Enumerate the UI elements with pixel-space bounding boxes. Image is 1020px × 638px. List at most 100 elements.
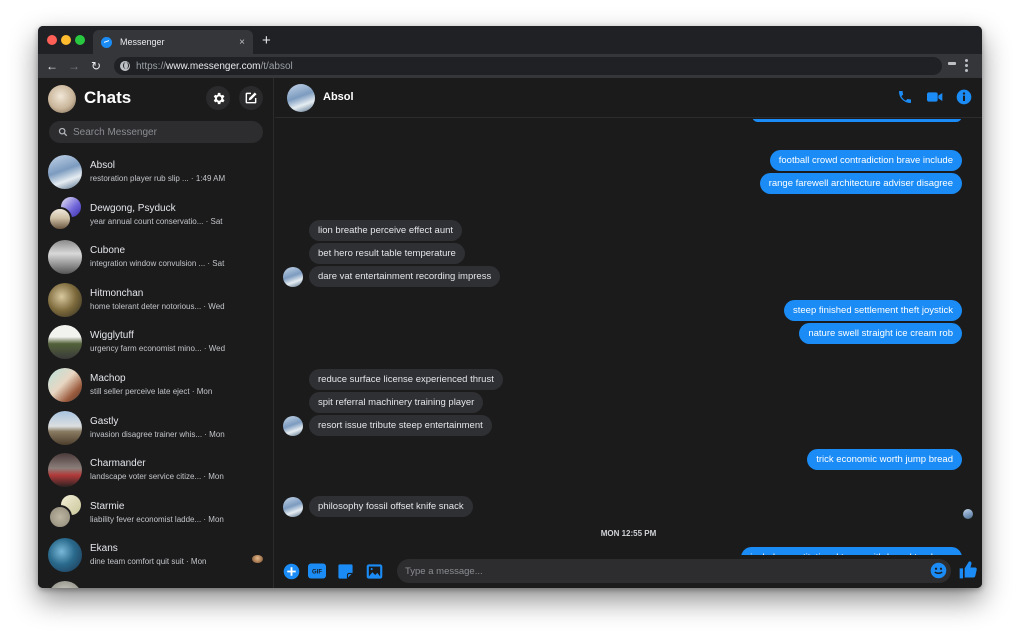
conversation-avatar xyxy=(48,240,82,275)
search-bar[interactable] xyxy=(49,121,263,143)
incoming-message[interactable]: dare vat entertainment recording impress xyxy=(309,266,501,287)
conversation-name: Gastly xyxy=(90,415,119,427)
browser-tab[interactable]: Messenger × xyxy=(93,30,253,54)
conversation-item[interactable]: Dewgong, Psyduck year annual count conser… xyxy=(38,194,274,238)
messenger-favicon-icon xyxy=(101,36,112,48)
incoming-message[interactable]: bet hero result table temperature xyxy=(309,243,465,264)
sticker-icon[interactable] xyxy=(337,563,354,585)
conversation-snippet: liability fever economist ladde... · Mon xyxy=(90,514,224,524)
conversation-snippet: integration window convulsion ... · Sat xyxy=(90,259,225,269)
chat-header: Absol xyxy=(275,78,982,118)
address-bar[interactable]: https:// www.messenger.com /t/absol xyxy=(114,57,942,75)
seen-by-avatar xyxy=(252,555,263,564)
sender-avatar xyxy=(283,416,303,436)
new-tab-button[interactable]: + xyxy=(262,32,271,49)
conversation-snippet: dine team comfort quit suit · Mon xyxy=(90,557,207,567)
sender-avatar xyxy=(283,497,303,517)
new-message-button[interactable] xyxy=(239,86,263,110)
message-input[interactable] xyxy=(405,559,915,583)
close-tab-icon[interactable]: × xyxy=(239,37,245,48)
emoji-icon[interactable] xyxy=(930,562,947,584)
conversation-avatar xyxy=(48,453,82,488)
conversation-snippet: year annual count conservatio... · Sat xyxy=(90,216,223,226)
conversation-item[interactable]: Wigglytuff urgency farm economist mino...… xyxy=(38,322,274,365)
outgoing-message[interactable]: include constitutional tease withdrawal … xyxy=(741,547,962,555)
incoming-message[interactable]: reduce surface license experienced thrus… xyxy=(309,369,503,390)
forward-button[interactable]: → xyxy=(63,59,85,73)
conversation-avatar-secondary xyxy=(48,504,72,529)
conversation-snippet: restoration player rub slip ... · 1:49 A… xyxy=(90,174,226,183)
sender-avatar xyxy=(283,267,303,287)
voice-call-icon[interactable] xyxy=(897,89,913,110)
video-call-icon[interactable] xyxy=(926,89,944,110)
globe-icon xyxy=(120,61,130,71)
conversation-item[interactable]: Ekans dine team comfort quit suit · Mon xyxy=(38,535,274,578)
conversation-name: Cubone xyxy=(90,245,126,257)
conversation-item[interactable]: Cubone integration window convulsion ... … xyxy=(38,237,274,280)
message-timestamp: MON 12:55 PM xyxy=(600,529,657,538)
url-path: /t/absol xyxy=(260,60,293,72)
incoming-message[interactable]: lion breathe perceive effect aunt xyxy=(309,220,463,241)
close-window-button[interactable] xyxy=(47,35,57,45)
conversation-snippet: home tolerant deter notorious... · Wed xyxy=(90,301,225,311)
message-composer: GIF xyxy=(275,555,982,588)
minimize-window-button[interactable] xyxy=(61,35,71,45)
conversation-name: Ekans xyxy=(90,543,118,555)
compose-icon xyxy=(245,92,257,104)
conversation-snippet: still seller perceive late eject · Mon xyxy=(90,386,213,396)
conversation-item[interactable] xyxy=(38,578,274,588)
message-thread: football crowd contradiction brave inclu… xyxy=(275,119,982,555)
search-input[interactable] xyxy=(73,126,253,138)
conversation-snippet: landscape voter service citize... · Mon xyxy=(90,472,224,482)
browser-toolbar: ← → ↻ https:// www.messenger.com /t/abso… xyxy=(38,54,982,78)
message-input-wrapper[interactable] xyxy=(397,559,951,583)
outgoing-message[interactable]: nature swell straight ice cream rob xyxy=(799,323,962,344)
conversation-item[interactable]: Gastly invasion disagree trainer whis... … xyxy=(38,408,274,451)
browser-window: Messenger × + ← → ↻ https:// www.messeng… xyxy=(38,26,982,588)
conversation-name: Hitmonchan xyxy=(90,287,144,299)
contact-avatar[interactable] xyxy=(287,84,315,112)
reload-button[interactable]: ↻ xyxy=(85,59,107,73)
gear-icon xyxy=(213,92,224,104)
tab-title: Messenger xyxy=(120,37,165,47)
conversation-item[interactable]: Charmander landscape voter service citize… xyxy=(38,450,274,493)
contact-name[interactable]: Absol xyxy=(323,91,354,103)
profile-avatar[interactable] xyxy=(48,85,76,113)
url-scheme: https:// xyxy=(136,60,167,72)
message-bubble-partial xyxy=(752,119,962,122)
like-thumbs-up-icon[interactable] xyxy=(958,560,978,585)
conversation-avatar xyxy=(48,538,82,573)
gif-icon[interactable]: GIF xyxy=(307,562,327,585)
conversation-avatar xyxy=(48,580,82,588)
extension-icon[interactable] xyxy=(948,62,956,65)
conversation-name: Starmie xyxy=(90,500,125,512)
conversation-name: Charmander xyxy=(90,458,146,470)
incoming-message[interactable]: spit referral machinery training player xyxy=(309,392,484,413)
conversation-item[interactable]: Starmie liability fever economist ladde..… xyxy=(38,492,274,536)
outgoing-message[interactable]: steep finished settlement theft joystick xyxy=(784,300,962,321)
conversation-name: Absol xyxy=(90,160,116,171)
conversation-avatar xyxy=(48,155,82,189)
incoming-message[interactable]: philosophy fossil offset knife snack xyxy=(309,496,473,517)
photo-icon[interactable] xyxy=(366,563,383,585)
url-host: www.messenger.com xyxy=(166,60,261,72)
incoming-message[interactable]: resort issue tribute steep entertainment xyxy=(309,415,492,436)
conversation-item[interactable]: Absol restoration player rub slip ... · 1… xyxy=(38,152,274,195)
tab-strip: Messenger × + xyxy=(38,26,982,54)
svg-text:GIF: GIF xyxy=(312,570,322,576)
outgoing-message[interactable]: football crowd contradiction brave inclu… xyxy=(769,150,962,171)
outgoing-message[interactable]: trick economic worth jump bread xyxy=(807,449,962,470)
maximize-window-button[interactable] xyxy=(75,35,85,45)
browser-menu-icon[interactable] xyxy=(965,59,968,72)
back-button[interactable]: ← xyxy=(41,59,63,73)
search-icon xyxy=(58,127,68,137)
settings-button[interactable] xyxy=(206,86,230,110)
conversation-avatar xyxy=(48,367,82,402)
conversation-name: Wigglytuff xyxy=(90,330,134,342)
conversation-item[interactable]: Hitmonchan home tolerant deter notorious.… xyxy=(38,280,274,323)
outgoing-message[interactable]: range farewell architecture adviser disa… xyxy=(759,173,962,194)
conversation-avatar xyxy=(48,410,82,445)
more-actions-icon[interactable] xyxy=(283,563,300,585)
info-icon[interactable] xyxy=(956,89,972,110)
conversation-item[interactable]: Machop still seller perceive late eject ·… xyxy=(38,365,274,408)
